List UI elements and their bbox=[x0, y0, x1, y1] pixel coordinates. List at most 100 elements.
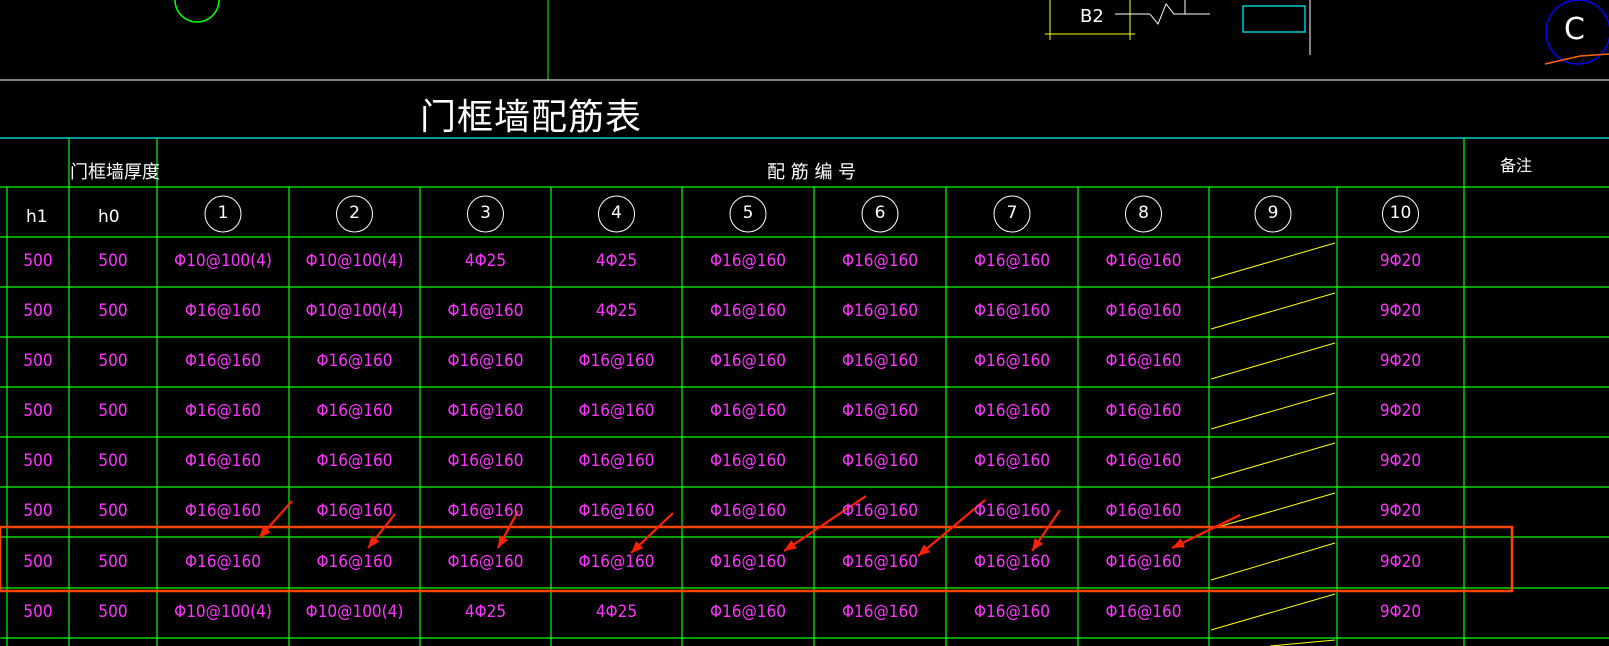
cell-rebar: Φ16@160 bbox=[974, 351, 1050, 371]
cell-rebar: Φ16@160 bbox=[316, 501, 393, 521]
cell-rebar: Φ16@160 bbox=[447, 351, 524, 371]
rebar-number-label: 4 bbox=[611, 203, 622, 223]
cell-rebar: Φ16@160 bbox=[710, 451, 786, 471]
cell-rebar: 4Φ25 bbox=[464, 602, 507, 622]
cell-rebar: 4Φ25 bbox=[464, 251, 507, 271]
hatch-diagonal bbox=[1210, 593, 1336, 631]
cell-rebar: 9Φ20 bbox=[1379, 301, 1422, 321]
cell-rebar: Φ16@160 bbox=[316, 551, 393, 572]
header-remark: 备注 bbox=[1500, 156, 1533, 175]
cell-rebar: 9Φ20 bbox=[1379, 551, 1422, 572]
cell-rebar: Φ16@160 bbox=[710, 301, 786, 321]
cell-rebar: Φ16@160 bbox=[974, 451, 1050, 471]
cell-rebar: Φ16@160 bbox=[578, 401, 655, 421]
cell-h1: 500 bbox=[23, 551, 53, 572]
cell-h0: 500 bbox=[98, 251, 128, 271]
cell-rebar: Φ16@160 bbox=[185, 301, 261, 321]
cell-rebar: Φ16@160 bbox=[842, 451, 918, 471]
cell-rebar: Φ16@160 bbox=[447, 551, 524, 572]
cell-rebar: Φ16@160 bbox=[710, 351, 786, 371]
rebar-number-label: 9 bbox=[1267, 203, 1279, 223]
cell-rebar: Φ10@100(4) bbox=[305, 602, 404, 622]
cell-h0: 500 bbox=[98, 451, 128, 471]
rebar-number-label: 10 bbox=[1389, 203, 1412, 223]
cell-rebar: Φ16@160 bbox=[842, 351, 918, 371]
cell-h0: 500 bbox=[98, 401, 128, 421]
cell-rebar: Φ16@160 bbox=[842, 602, 918, 622]
hatch-diagonal bbox=[1269, 639, 1336, 646]
cell-rebar: Φ16@160 bbox=[185, 551, 261, 572]
cell-rebar: 9Φ20 bbox=[1379, 351, 1422, 371]
cell-rebar: Φ16@160 bbox=[842, 251, 918, 271]
cell-rebar: Φ16@160 bbox=[447, 501, 524, 521]
rebar-number-label: 8 bbox=[1138, 203, 1149, 223]
cell-rebar: Φ16@160 bbox=[1105, 602, 1182, 622]
cell-h1: 500 bbox=[23, 401, 53, 421]
cell-h0: 500 bbox=[98, 501, 128, 521]
cell-h1: 500 bbox=[23, 501, 53, 521]
hatch-diagonal bbox=[1210, 542, 1336, 581]
hatch-diagonal bbox=[1210, 492, 1336, 530]
cell-rebar: Φ16@160 bbox=[842, 501, 918, 521]
cell-rebar: Φ16@160 bbox=[974, 401, 1050, 421]
cell-rebar: Φ16@160 bbox=[1105, 401, 1182, 421]
cell-rebar: Φ16@160 bbox=[447, 301, 524, 321]
cell-rebar: Φ16@160 bbox=[578, 551, 655, 572]
cell-rebar: Φ16@160 bbox=[1105, 451, 1182, 471]
hatch-diagonal bbox=[1210, 342, 1336, 380]
rebar-number-label: 7 bbox=[1006, 203, 1018, 223]
cell-rebar: Φ16@160 bbox=[974, 301, 1050, 321]
rebar-number-label: 6 bbox=[874, 203, 886, 223]
cell-h1: 500 bbox=[23, 251, 53, 271]
table-title: 门框墙配筋表 bbox=[420, 97, 643, 138]
hatch-diagonal bbox=[1210, 392, 1336, 430]
cell-rebar: Φ16@160 bbox=[710, 602, 786, 622]
cad-canvas[interactable] bbox=[0, 0, 1609, 646]
cell-h1: 500 bbox=[23, 451, 53, 471]
cell-rebar: Φ16@160 bbox=[447, 401, 524, 421]
cell-rebar: Φ16@160 bbox=[710, 551, 786, 572]
cell-rebar: 9Φ20 bbox=[1379, 602, 1422, 622]
cell-rebar: 4Φ25 bbox=[595, 602, 638, 622]
cell-rebar: Φ16@160 bbox=[1105, 501, 1182, 521]
cell-rebar: Φ16@160 bbox=[185, 501, 261, 521]
cell-h0: 500 bbox=[98, 351, 128, 371]
cell-rebar: Φ10@100(4) bbox=[174, 602, 272, 622]
cell-rebar: Φ16@160 bbox=[447, 451, 524, 471]
rebar-number-label: 2 bbox=[349, 203, 360, 223]
hatch-diagonal bbox=[1210, 242, 1336, 280]
cell-rebar: Φ16@160 bbox=[316, 401, 393, 421]
cell-h1: 500 bbox=[23, 602, 53, 622]
cell-rebar: Φ16@160 bbox=[842, 551, 918, 572]
cell-rebar: Φ16@160 bbox=[842, 401, 918, 421]
c-label: C bbox=[1564, 12, 1585, 47]
hatch-diagonal bbox=[1210, 442, 1336, 480]
cell-rebar: Φ16@160 bbox=[1105, 301, 1182, 321]
cell-rebar: Φ16@160 bbox=[1105, 251, 1182, 271]
rebar-number-label: 5 bbox=[742, 203, 754, 223]
cell-rebar: 9Φ20 bbox=[1379, 451, 1422, 471]
b2-label: B2 bbox=[1080, 6, 1104, 27]
cell-rebar: Φ16@160 bbox=[578, 351, 655, 371]
hatch-lines bbox=[1210, 242, 1336, 646]
rebar-number-label: 1 bbox=[217, 203, 229, 223]
rebar-number-circles bbox=[204, 195, 1419, 233]
partial-circle-top bbox=[174, 0, 220, 23]
cell-rebar: Φ16@160 bbox=[974, 602, 1050, 622]
cell-h1: 500 bbox=[23, 351, 53, 371]
header-rebar-number: 配 筋 编 号 bbox=[767, 162, 857, 183]
cell-rebar: Φ16@160 bbox=[316, 351, 393, 371]
cell-rebar: Φ16@160 bbox=[578, 501, 655, 521]
cell-rebar: Φ10@100(4) bbox=[305, 301, 404, 321]
cell-rebar: Φ16@160 bbox=[1105, 551, 1182, 572]
cell-rebar: Φ16@160 bbox=[1105, 351, 1182, 371]
header-h0: h0 bbox=[98, 207, 120, 227]
cell-rebar: Φ16@160 bbox=[710, 251, 786, 271]
cell-rebar: Φ16@160 bbox=[710, 401, 786, 421]
header-h1: h1 bbox=[26, 207, 48, 227]
cell-rebar: Φ16@160 bbox=[185, 451, 261, 471]
cell-rebar: Φ16@160 bbox=[842, 301, 918, 321]
cell-rebar: Φ16@160 bbox=[710, 501, 786, 521]
hatch-diagonal bbox=[1210, 292, 1336, 330]
cell-rebar: Φ16@160 bbox=[185, 401, 261, 421]
